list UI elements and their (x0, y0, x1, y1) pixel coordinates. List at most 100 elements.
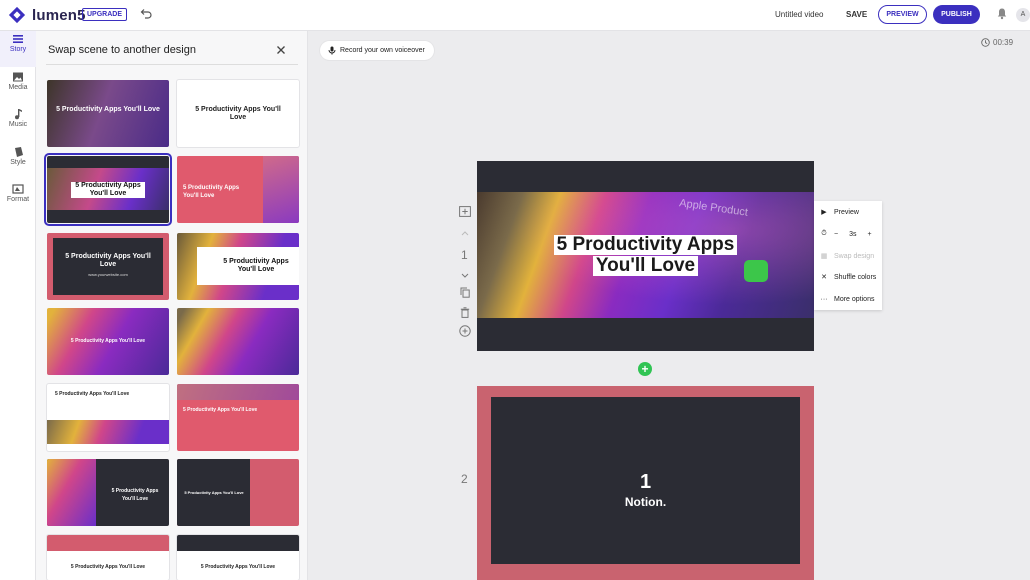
design-thumbnail[interactable]: 5 Productivity Apps You'll Love (177, 384, 299, 451)
app-logo[interactable]: lumen5 (8, 6, 86, 24)
design-thumbnail[interactable]: 5 Productivity Apps You'll Love (47, 535, 169, 580)
scene-2-preview[interactable]: 1 Notion. (477, 386, 814, 580)
design-thumbnail-text: 5 Productivity Apps You'll Love (55, 391, 130, 397)
notification-bell-icon[interactable] (996, 7, 1008, 20)
design-thumbnail-text: 5 Productivity Apps You'll Love (70, 338, 146, 344)
duration-increase-button[interactable]: + (868, 231, 872, 238)
design-thumbnail-text: 5 Productivity Apps You'll Love (183, 185, 240, 199)
menu-item-label: Preview (834, 208, 859, 216)
sidebar-item-music[interactable]: Music (0, 106, 36, 142)
video-title[interactable]: Untitled video (775, 10, 823, 19)
thumbnail-photo (177, 384, 299, 400)
clock-icon (981, 38, 990, 47)
menu-item-more-options[interactable]: ··· More options (814, 288, 882, 310)
headline-line-1: 5 Productivity Apps (553, 235, 738, 255)
thumbnail-photo (47, 420, 169, 444)
menu-item-preview[interactable]: ▶ Preview (814, 201, 882, 223)
design-thumbnail[interactable]: 5 Productivity Apps You'll Love (47, 308, 169, 375)
upgrade-badge[interactable]: UPGRADE (82, 8, 128, 21)
thumbnail-band (47, 535, 169, 551)
avatar[interactable]: A (1016, 8, 1030, 22)
preview-button[interactable]: PREVIEW (878, 5, 927, 24)
scene-headline[interactable]: 5 Productivity Apps (477, 235, 814, 255)
design-thumbnail-text: 5 Productivity Apps You'll Love (184, 490, 244, 495)
video-duration: 00:39 (981, 38, 1013, 47)
menu-item-duration: ⏱ − 3s + (814, 223, 882, 245)
sidebar-item-label: Format (6, 196, 30, 203)
music-icon (15, 109, 22, 120)
design-thumbnail-text: 5 Productivity Apps You'll Love (183, 407, 258, 413)
add-scene-icon[interactable] (458, 325, 472, 337)
scene-number: 2 (461, 472, 468, 486)
scene-menu: ▶ Preview ⏱ − 3s + ▦ Swap design ✕ Shuff… (814, 201, 882, 310)
microphone-icon (328, 46, 336, 55)
menu-item-shuffle-colors[interactable]: ✕ Shuffle colors (814, 266, 882, 288)
design-thumbnail-text: 5 Productivity Apps You'll Love (223, 258, 289, 273)
sidebar-item-format[interactable]: Format (0, 181, 36, 217)
scene-inner-card: 1 Notion. (491, 397, 800, 564)
media-icon (13, 72, 23, 82)
top-bar: lumen5 UPGRADE Untitled video SAVE PREVI… (0, 0, 1030, 31)
thumbnail-photo (47, 459, 96, 526)
add-scene-button[interactable]: + (638, 362, 652, 376)
shuffle-icon: ✕ (821, 274, 827, 281)
style-icon (15, 147, 23, 157)
menu-item-label: Swap design (834, 252, 875, 260)
scene-number: 1 (461, 248, 468, 262)
scene-1-preview[interactable]: Apple Product 5 Productivity Apps You'll… (477, 161, 814, 351)
app-name: lumen5 (32, 6, 86, 24)
design-thumbnail-text: 5 Productivity Apps You'll Love (195, 106, 281, 121)
record-voiceover-label: Record your own voiceover (340, 47, 425, 54)
sidebar-item-media[interactable]: Media (0, 69, 36, 105)
publish-button[interactable]: PUBLISH (933, 5, 980, 24)
headline-line-2: You'll Love (592, 256, 699, 276)
design-thumbnail[interactable]: 5 Productivity Apps You'll Love (177, 535, 299, 580)
swap-design-icon: ▦ (820, 253, 828, 260)
duration-text: 00:39 (993, 38, 1014, 47)
chevron-down-icon[interactable] (461, 273, 469, 278)
design-thumbnail[interactable]: 5 Productivity Apps You'll Love (47, 384, 169, 451)
sidebar-item-label: Media (8, 84, 28, 91)
format-icon (12, 184, 24, 194)
design-thumbnail[interactable]: 5 Productivity Apps You'll Love (177, 156, 299, 223)
design-thumbnail[interactable]: 5 Productivity Apps You'll Love (47, 80, 169, 147)
design-thumbnail-subtext: www.yourwebsite.com (88, 272, 128, 277)
design-thumbnail-text: 5 Productivity Apps You'll Love (70, 564, 146, 570)
duplicate-icon[interactable] (460, 287, 470, 298)
design-thumbnail[interactable]: 5 Productivity Apps You'll Love (177, 80, 299, 147)
sidebar-item-label: Music (8, 121, 28, 128)
timer-icon: ⏱ (821, 230, 827, 237)
sidebar-item-label: Story (9, 46, 27, 53)
scene-small-text: Notion. (624, 495, 667, 509)
play-icon: ▶ (821, 209, 827, 216)
undo-icon[interactable] (139, 7, 153, 21)
design-thumbnail[interactable]: 5 Productivity Apps You'll Love (177, 233, 299, 300)
design-thumbnail[interactable]: 5 Productivity Apps You'll Love (177, 459, 299, 526)
duration-decrease-button[interactable]: − (834, 231, 838, 238)
add-media-icon[interactable] (459, 206, 471, 217)
save-button[interactable]: SAVE (846, 10, 867, 19)
design-thumbnail[interactable]: 5 Productivity Apps You'll Love www.your… (47, 233, 169, 300)
more-icon: ··· (820, 295, 828, 303)
menu-item-label: Shuffle colors (834, 273, 877, 281)
story-canvas: Record your own voiceover 00:39 1 Apple … (308, 31, 1030, 580)
trash-icon[interactable] (460, 307, 470, 318)
record-voiceover-button[interactable]: Record your own voiceover (320, 41, 434, 60)
design-thumbnail-text: 5 Productivity Apps You'll Love (111, 488, 159, 502)
sidebar-rail: Story Media Music Style Format (0, 31, 36, 580)
thumbnail-photo (263, 156, 299, 223)
sidebar-item-style[interactable]: Style (0, 144, 36, 180)
design-thumbnail-text: 5 Productivity Apps You'll Love (71, 182, 145, 198)
design-thumbnail[interactable]: 5 Productivity Apps You'll Love (47, 459, 169, 526)
chevron-up-icon[interactable] (461, 231, 469, 236)
panel-title: Swap scene to another design (48, 44, 196, 56)
sidebar-item-story[interactable]: Story (0, 31, 36, 67)
scene-headline[interactable]: You'll Love (477, 256, 814, 276)
scene-big-text: 1 (639, 471, 652, 493)
close-icon[interactable] (276, 45, 286, 55)
thumbnail-band (177, 535, 299, 551)
menu-item-swap-design[interactable]: ▦ Swap design (814, 245, 882, 267)
design-thumbnail-selected[interactable]: 5 Productivity Apps You'll Love (44, 153, 172, 226)
design-thumbnail[interactable] (177, 308, 299, 375)
story-icon (13, 35, 23, 43)
